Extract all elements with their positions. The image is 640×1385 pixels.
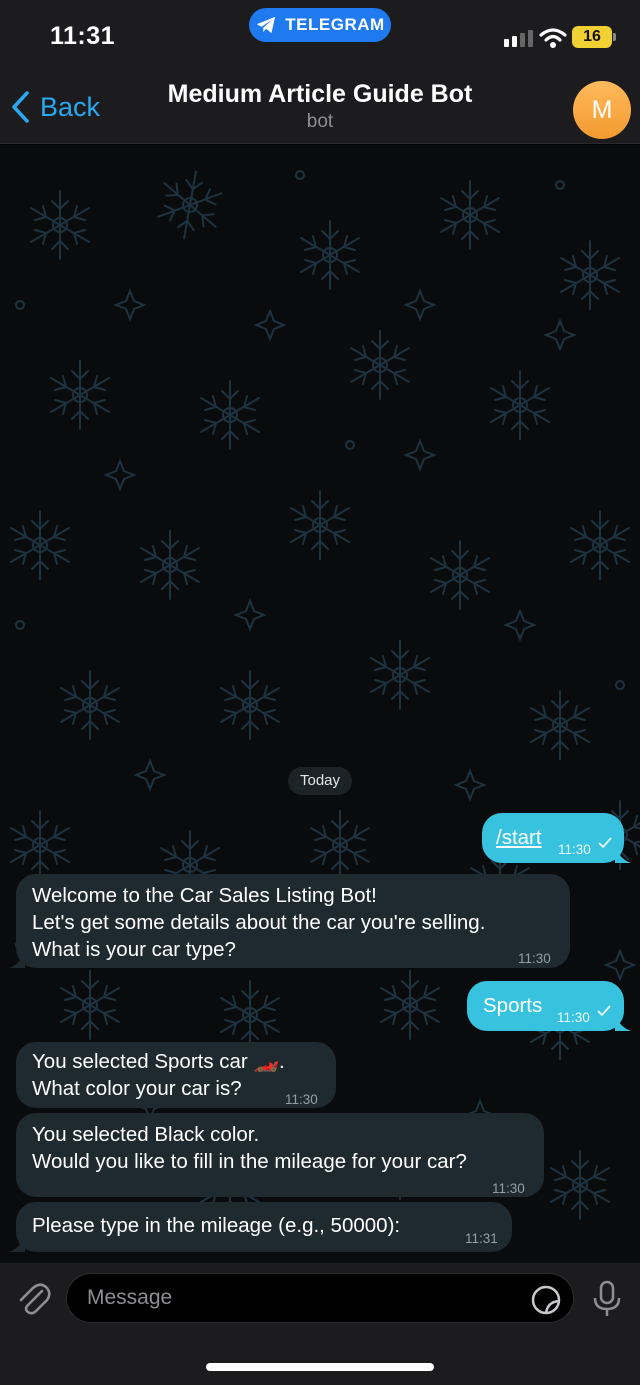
- outgoing-message[interactable]: Sports 11:30: [467, 981, 631, 1031]
- paperclip-icon[interactable]: [16, 1279, 52, 1319]
- incoming-message[interactable]: Welcome to the Car Sales Listing Bot! Le…: [9, 874, 570, 968]
- telegram-app-pill[interactable]: TELEGRAM: [249, 8, 391, 42]
- back-button[interactable]: Back: [10, 90, 100, 124]
- chat-messages-area[interactable]: Today /start 11:30 Welcome to the Car Sa…: [0, 145, 640, 1263]
- chat-title: Medium Article Guide Bot: [167, 80, 473, 108]
- back-label: Back: [40, 91, 101, 122]
- message-time: 11:30: [518, 951, 551, 966]
- message-text: Sports: [483, 994, 543, 1017]
- message-time: 11:31: [465, 1231, 498, 1246]
- message-placeholder: Message: [87, 1286, 173, 1309]
- battery-icon: 16: [572, 26, 616, 48]
- message-input[interactable]: Message: [66, 1273, 574, 1323]
- message-input-bar: Message: [0, 1263, 640, 1385]
- outgoing-message[interactable]: /start 11:30: [482, 813, 631, 863]
- status-time: 11:31: [50, 22, 116, 50]
- message-line: What color your car is?: [32, 1077, 242, 1100]
- chevron-left-icon: [12, 91, 29, 123]
- chat-title-block[interactable]: Medium Article Guide Bot bot: [120, 80, 520, 133]
- message-line: You selected Black color.: [32, 1123, 260, 1146]
- app-pill-label: TELEGRAM: [285, 15, 385, 34]
- chat-header: Back Medium Article Guide Bot bot M: [0, 72, 640, 144]
- wifi-icon: [539, 28, 567, 48]
- message-time: 11:30: [557, 1010, 590, 1025]
- date-divider: Today: [288, 767, 352, 795]
- chat-subtitle: bot: [306, 111, 334, 132]
- message-time: 11:30: [285, 1092, 318, 1107]
- message-time: 11:30: [492, 1181, 525, 1196]
- bot-command-link[interactable]: /start: [496, 824, 542, 851]
- message-line: Let's get some details about the car you…: [32, 911, 486, 934]
- incoming-message[interactable]: You selected Black color. Would you like…: [16, 1113, 544, 1197]
- message-line: Please type in the mileage (e.g., 50000)…: [32, 1214, 401, 1237]
- cellular-signal-icon: [504, 30, 533, 47]
- home-indicator: [206, 1363, 434, 1371]
- status-bar: 11:31 TELEGRAM 16: [0, 0, 640, 72]
- message-line: Welcome to the Car Sales Listing Bot!: [32, 884, 377, 907]
- message-time: 11:30: [558, 842, 591, 857]
- read-check-icon: [597, 1005, 611, 1017]
- message-line: Would you like to fill in the mileage fo…: [32, 1150, 467, 1173]
- message-line: You selected Sports car 🏎️.: [32, 1050, 285, 1073]
- telegram-plane-icon: [257, 16, 276, 34]
- incoming-message[interactable]: Please type in the mileage (e.g., 50000)…: [9, 1202, 512, 1252]
- bot-avatar[interactable]: M: [573, 81, 631, 139]
- read-check-icon: [598, 837, 612, 849]
- sticker-icon[interactable]: [530, 1284, 562, 1316]
- message-line: What is your car type?: [32, 938, 236, 961]
- microphone-icon[interactable]: [592, 1280, 622, 1318]
- incoming-message[interactable]: You selected Sports car 🏎️. What color y…: [16, 1042, 336, 1108]
